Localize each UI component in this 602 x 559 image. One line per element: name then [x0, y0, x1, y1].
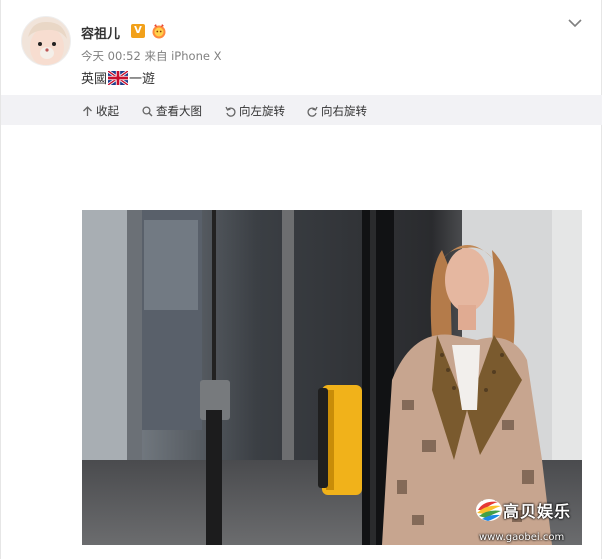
avatar-image [22, 17, 70, 65]
watermark-url: www.gaobei.com [479, 532, 565, 543]
username[interactable]: 容祖儿 [81, 23, 120, 42]
arrow-up-icon [83, 105, 92, 116]
view-large-button[interactable]: 查看大图 [142, 103, 202, 119]
weibo-post-card: 容祖儿 V 今天 00:52 来自 iPhone X 英國 一遊 收起 查看大图… [0, 0, 602, 559]
post-source[interactable]: 来自 iPhone X [144, 49, 221, 63]
collapse-label: 收起 [96, 104, 119, 118]
post-time[interactable]: 今天 00:52 [81, 49, 141, 63]
chevron-down-icon[interactable] [566, 14, 584, 32]
collapse-button[interactable]: 收起 [82, 103, 119, 119]
view-large-label: 查看大图 [156, 104, 202, 118]
watermark-brand: 高贝娱乐 [503, 502, 572, 521]
post-photo[interactable] [82, 210, 582, 545]
fan-medal-icon[interactable] [151, 23, 167, 39]
content-text-start: 英國 [81, 72, 108, 87]
uk-flag-icon [107, 69, 129, 86]
image-toolbar: 收起 查看大图 向左旋转 向右旋转 [1, 95, 602, 125]
street-photo-image [82, 210, 582, 545]
search-icon [142, 105, 153, 116]
image-bottom-padding [82, 545, 582, 559]
rotate-right-icon [307, 106, 318, 117]
rotate-left-button[interactable]: 向左旋转 [225, 103, 285, 119]
post-meta: 今天 00:52 来自 iPhone X [81, 48, 221, 64]
image-top-padding [82, 127, 582, 210]
verified-badge: V [131, 24, 145, 38]
content-text-end: 一遊 [129, 72, 156, 87]
rotate-left-icon [225, 106, 236, 117]
post-content: 英國 一遊 [81, 68, 155, 87]
avatar[interactable] [21, 16, 71, 66]
rotate-left-label: 向左旋转 [239, 104, 285, 118]
rotate-right-button[interactable]: 向右旋转 [307, 103, 367, 119]
rotate-right-label: 向右旋转 [321, 104, 367, 118]
